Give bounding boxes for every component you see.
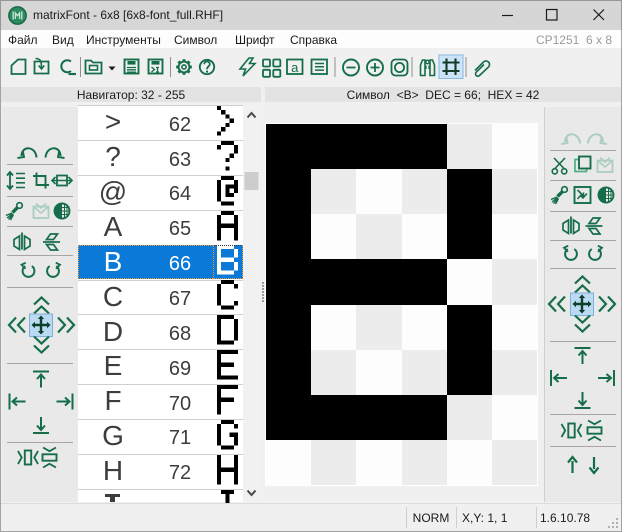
svg-text:a: a [291, 60, 299, 75]
